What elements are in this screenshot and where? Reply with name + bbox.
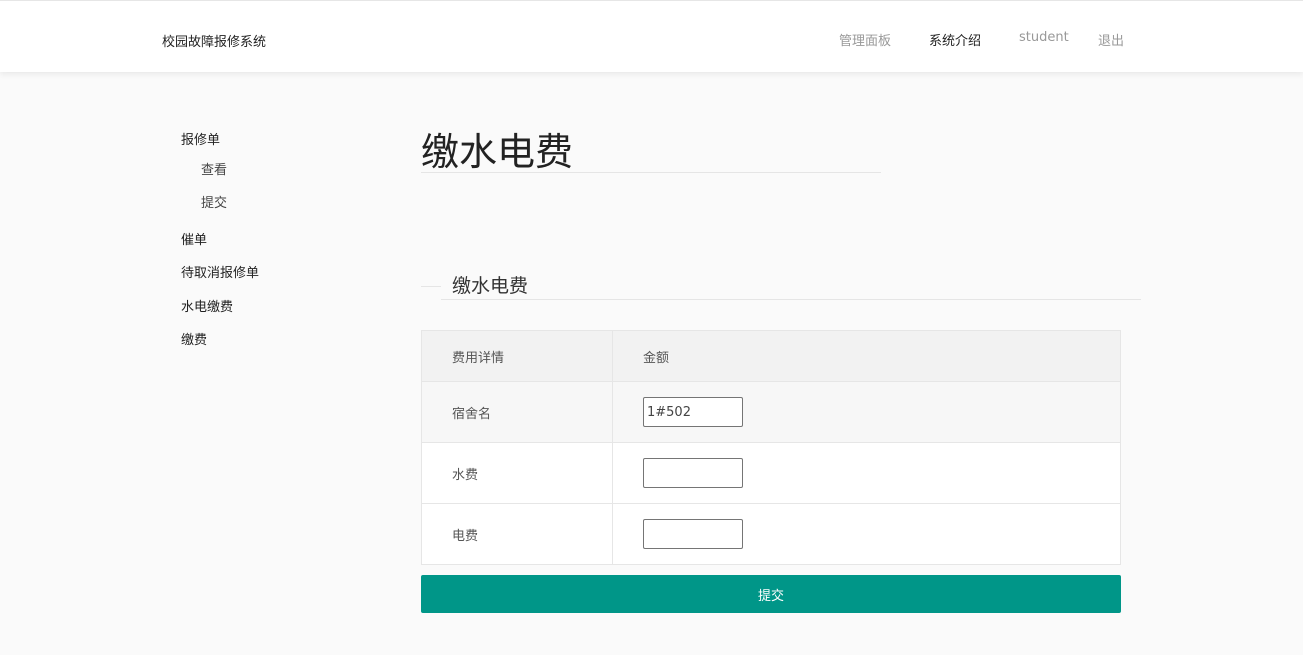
table-row: 电费 xyxy=(421,503,1121,565)
submit-button[interactable]: 提交 xyxy=(421,575,1121,613)
nav-admin-panel[interactable]: 管理面板 xyxy=(839,30,891,49)
page-title: 缴水电费 xyxy=(421,130,574,174)
dorm-name-input[interactable] xyxy=(643,397,743,427)
sidebar-item-pending-cancel[interactable]: 待取消报修单 xyxy=(181,264,259,284)
electricity-fee-input[interactable] xyxy=(643,519,743,549)
table-row: 水费 xyxy=(421,442,1121,504)
dorm-name-label: 宿舍名 xyxy=(421,381,613,443)
section-divider xyxy=(441,299,1141,300)
sidebar-item-reminder[interactable]: 催单 xyxy=(181,231,207,251)
header-fee-detail: 费用详情 xyxy=(421,330,613,382)
sidebar-item-payment[interactable]: 缴费 xyxy=(181,331,207,351)
water-fee-cell xyxy=(612,442,1121,504)
electricity-fee-cell xyxy=(612,503,1121,565)
table-header-row: 费用详情 金额 xyxy=(421,330,1121,382)
section-divider-left xyxy=(421,286,441,287)
sidebar-subitem-submit[interactable]: 提交 xyxy=(201,194,227,214)
electricity-fee-label: 电费 xyxy=(421,503,613,565)
sidebar-item-repair-orders[interactable]: 报修单 xyxy=(181,131,220,151)
water-fee-input[interactable] xyxy=(643,458,743,488)
top-navbar: 校园故障报修系统 管理面板 系统介绍 student 退出 xyxy=(0,0,1303,72)
sidebar-item-utility-payment[interactable]: 水电缴费 xyxy=(181,298,233,318)
brand-title[interactable]: 校园故障报修系统 xyxy=(162,31,266,50)
nav-system-intro[interactable]: 系统介绍 xyxy=(929,30,981,49)
water-fee-label: 水费 xyxy=(421,442,613,504)
nav-user-student[interactable]: student xyxy=(1019,30,1069,45)
title-divider xyxy=(421,172,881,173)
nav-logout[interactable]: 退出 xyxy=(1098,30,1124,49)
header-amount: 金额 xyxy=(612,330,1121,382)
fee-table: 费用详情 金额 宿舍名 水费 电费 xyxy=(421,330,1121,565)
dorm-name-cell xyxy=(612,381,1121,443)
sidebar-subitem-view[interactable]: 查看 xyxy=(201,161,227,181)
table-row: 宿舍名 xyxy=(421,381,1121,443)
section-title: 缴水电费 xyxy=(452,275,529,297)
